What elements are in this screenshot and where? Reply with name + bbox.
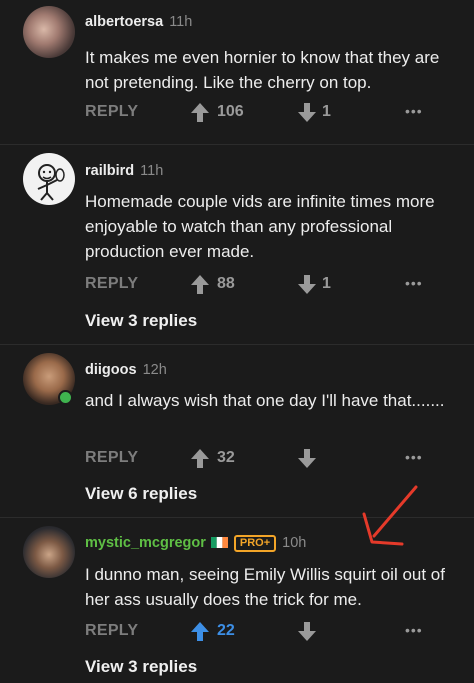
- avatar[interactable]: [23, 6, 75, 58]
- view-replies-button[interactable]: View 3 replies: [85, 657, 197, 677]
- comment-text: It makes me even hornier to know that th…: [85, 48, 440, 92]
- more-options-icon[interactable]: •••: [405, 103, 423, 119]
- reply-button[interactable]: REPLY: [85, 622, 138, 640]
- downvote-icon[interactable]: [297, 273, 317, 300]
- reply-button[interactable]: REPLY: [85, 103, 138, 121]
- cartoon-avatar-icon: [37, 164, 65, 201]
- timestamp: 10h: [282, 535, 307, 551]
- downvote-count: 1: [322, 103, 331, 120]
- username-text[interactable]: albertoersa: [85, 14, 163, 30]
- upvote-count: 106: [217, 103, 244, 120]
- username-text[interactable]: diigoos: [85, 362, 137, 378]
- upvote-icon[interactable]: [190, 620, 210, 647]
- username[interactable]: albertoersa 11h: [85, 14, 192, 30]
- upvote-count: 32: [217, 449, 235, 466]
- view-replies-button[interactable]: View 6 replies: [85, 484, 197, 504]
- more-options-icon[interactable]: •••: [405, 275, 423, 291]
- upvote-count: 22: [217, 622, 235, 639]
- annotation-arrow-icon: [360, 484, 430, 553]
- upvote-icon[interactable]: [190, 273, 210, 300]
- username[interactable]: diigoos 12h: [85, 362, 167, 378]
- username[interactable]: railbird 11h: [85, 163, 163, 179]
- comment-actions: REPLY 22 •••: [85, 620, 435, 646]
- online-status-indicator: [58, 390, 73, 405]
- downvote-icon[interactable]: [297, 447, 317, 474]
- username-text[interactable]: mystic_mcgregor: [85, 535, 206, 551]
- comment-text: Homemade couple vids are infinite times …: [85, 192, 435, 261]
- ireland-flag-icon: [210, 536, 228, 548]
- comment-actions: REPLY 88 1 •••: [85, 273, 435, 299]
- comment-railbird: railbird 11h Homemade couple vids are inf…: [0, 145, 474, 345]
- downvote-icon[interactable]: [297, 620, 317, 647]
- reply-button[interactable]: REPLY: [85, 275, 138, 293]
- downvote-icon[interactable]: [297, 101, 317, 128]
- pro-plus-badge: PRO+: [233, 535, 277, 552]
- avatar[interactable]: [23, 526, 75, 578]
- comment-actions: REPLY 106 1 •••: [85, 101, 435, 127]
- username[interactable]: mystic_mcgregor PRO+ 10h: [85, 535, 306, 552]
- more-options-icon[interactable]: •••: [405, 622, 423, 638]
- comment-albertoersa: albertoersa 11h It makes me even hornier …: [0, 0, 474, 140]
- comment-text: and I always wish that one day I'll have…: [85, 391, 445, 410]
- avatar[interactable]: [23, 153, 75, 205]
- upvote-icon[interactable]: [190, 101, 210, 128]
- reply-button[interactable]: REPLY: [85, 449, 138, 467]
- upvote-count: 88: [217, 275, 235, 292]
- timestamp: 11h: [140, 163, 164, 179]
- timestamp: 12h: [142, 362, 167, 378]
- comment-actions: REPLY 32 •••: [85, 447, 435, 473]
- comment-text: I dunno man, seeing Emily Willis squirt …: [85, 565, 445, 609]
- username-text[interactable]: railbird: [85, 163, 134, 179]
- downvote-count: 1: [322, 275, 331, 292]
- timestamp: 11h: [169, 14, 193, 30]
- upvote-icon[interactable]: [190, 447, 210, 474]
- view-replies-button[interactable]: View 3 replies: [85, 311, 197, 331]
- more-options-icon[interactable]: •••: [405, 449, 423, 465]
